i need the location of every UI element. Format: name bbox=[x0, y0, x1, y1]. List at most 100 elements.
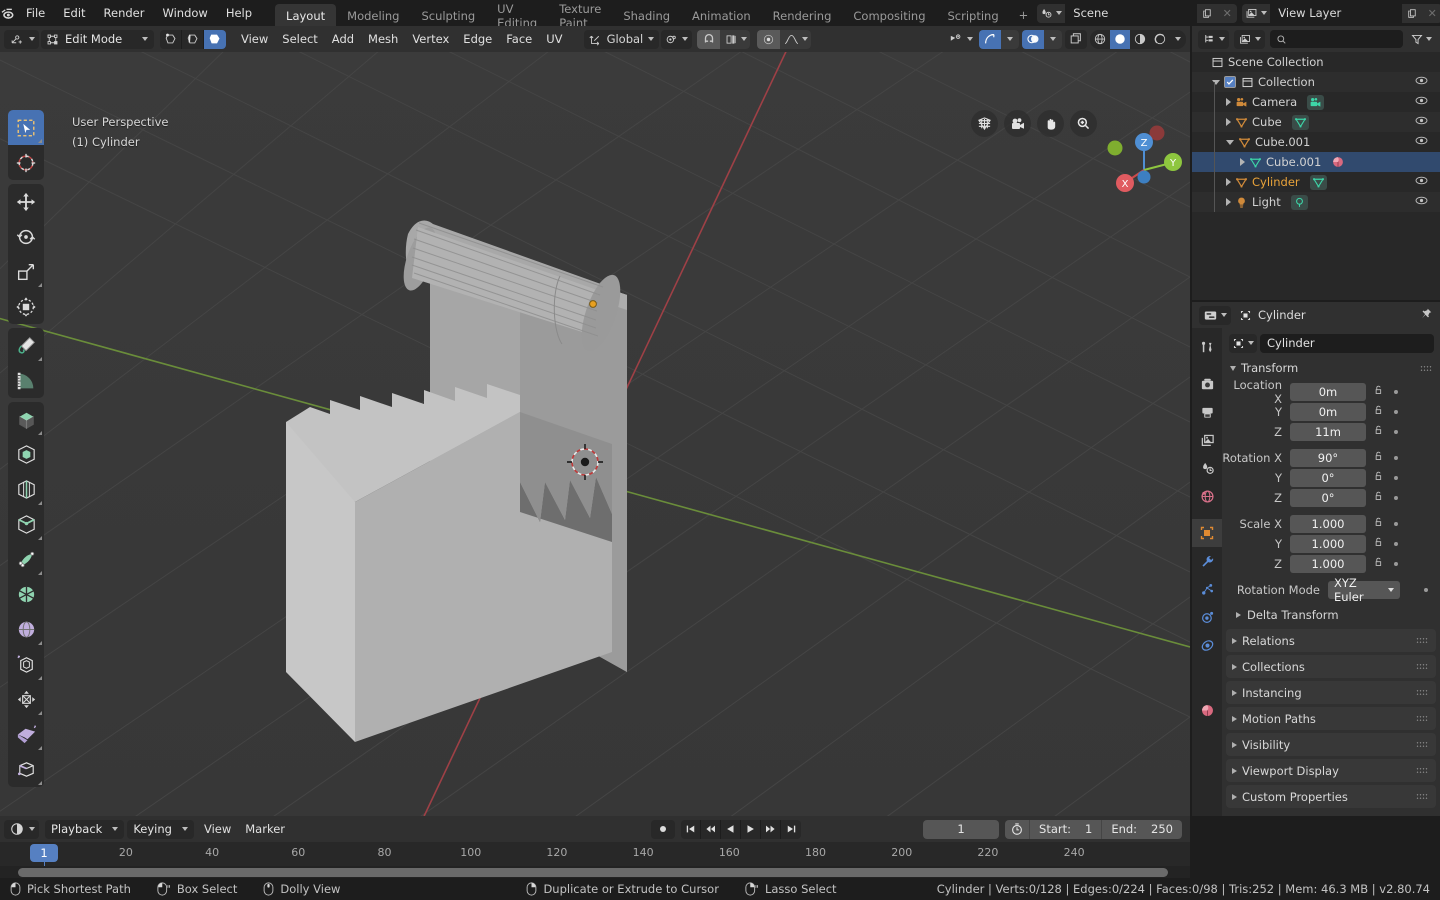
jump-to-end-icon[interactable] bbox=[781, 820, 801, 839]
camera-data-icon[interactable] bbox=[1307, 94, 1325, 110]
funnel-filter-icon[interactable] bbox=[1408, 30, 1434, 49]
panel-expander-icon[interactable] bbox=[1232, 767, 1237, 774]
properties-material-tab[interactable] bbox=[1192, 696, 1222, 724]
lock-icon[interactable] bbox=[1373, 536, 1385, 551]
properties-editor-icon[interactable] bbox=[1199, 305, 1231, 325]
outliner-row-cylinder[interactable]: Cylinder bbox=[1192, 172, 1440, 192]
visibility-eye-icon[interactable] bbox=[1415, 75, 1428, 89]
workspace-tab-compositing[interactable]: Compositing bbox=[842, 4, 936, 26]
next-keyframe-icon[interactable] bbox=[761, 819, 782, 839]
bevel-tool[interactable] bbox=[8, 472, 44, 507]
timeline-ruler[interactable]: 20 40 60 80 100 120 140 160 180 200 220 240 1 bbox=[0, 842, 1190, 866]
tweak-select-box-tool[interactable] bbox=[8, 110, 44, 145]
panel-instancing[interactable]: Instancing bbox=[1226, 681, 1436, 704]
inset-faces-tool[interactable] bbox=[8, 437, 44, 472]
transform-tool[interactable] bbox=[8, 289, 44, 324]
knife-tool[interactable] bbox=[8, 542, 44, 577]
workspace-tab-modeling[interactable]: Modeling bbox=[336, 4, 410, 26]
animate-dot[interactable] bbox=[1394, 455, 1398, 460]
scene-icon[interactable] bbox=[1037, 3, 1066, 23]
jump-to-start-icon[interactable] bbox=[681, 819, 702, 839]
outliner-row-camera[interactable]: Camera bbox=[1192, 92, 1440, 112]
panel-expander-icon[interactable] bbox=[1232, 663, 1237, 670]
visibility-eye-icon[interactable] bbox=[1415, 195, 1428, 209]
blender-logo-icon[interactable] bbox=[0, 0, 17, 26]
lock-icon[interactable] bbox=[1373, 490, 1385, 505]
outliner-tree[interactable]: Scene Collection Collection Camera Cube Cube… bbox=[1192, 52, 1440, 300]
properties-view-layer-tab[interactable] bbox=[1192, 426, 1222, 454]
wireframe-shading-icon[interactable] bbox=[1090, 30, 1110, 49]
falloff-curve-dropdown[interactable] bbox=[780, 29, 812, 49]
animate-dot[interactable] bbox=[1394, 409, 1398, 414]
pivot-point-dropdown[interactable] bbox=[661, 29, 693, 49]
collection-checkbox[interactable] bbox=[1224, 76, 1236, 88]
visibility-eye-icon[interactable] bbox=[1415, 175, 1428, 189]
rip-region-tool[interactable] bbox=[8, 752, 44, 787]
expander-icon[interactable] bbox=[1226, 139, 1234, 145]
lock-icon[interactable] bbox=[1373, 516, 1385, 531]
field-value[interactable]: 1.000 bbox=[1290, 554, 1366, 573]
panel-expander-icon[interactable] bbox=[1232, 741, 1237, 748]
magnet-icon[interactable] bbox=[697, 29, 721, 49]
editor-type-button[interactable] bbox=[4, 29, 39, 49]
workspace-tab-layout[interactable]: Layout bbox=[275, 4, 337, 26]
filter-id-icon[interactable] bbox=[1234, 29, 1265, 49]
proportional-edit-icon[interactable] bbox=[757, 29, 781, 49]
measure-tool[interactable] bbox=[8, 363, 44, 398]
lock-icon[interactable] bbox=[1373, 404, 1385, 419]
expander-icon[interactable] bbox=[1226, 98, 1231, 106]
properties-physics-tab[interactable] bbox=[1192, 603, 1222, 631]
viewport-menu-add[interactable]: Add bbox=[325, 29, 361, 49]
viewport-menu-uv[interactable]: UV bbox=[539, 29, 569, 49]
snap-target-dropdown[interactable] bbox=[720, 29, 751, 49]
workspace-tab-sculpting[interactable]: Sculpting bbox=[410, 4, 486, 26]
animate-dot[interactable] bbox=[1394, 475, 1398, 480]
panel-custom-properties[interactable]: Custom Properties bbox=[1226, 785, 1436, 808]
panel-motion-paths[interactable]: Motion Paths bbox=[1226, 707, 1436, 730]
field-value[interactable]: 0° bbox=[1290, 468, 1366, 487]
top-menu-help[interactable]: Help bbox=[217, 3, 261, 23]
workspace-tab-scripting[interactable]: Scripting bbox=[937, 4, 1010, 26]
object-name-input[interactable]: Cylinder bbox=[1260, 333, 1434, 353]
end-frame-field[interactable]: End: 250 bbox=[1102, 820, 1182, 839]
panel-visibility[interactable]: Visibility bbox=[1226, 733, 1436, 756]
properties-world-tab[interactable] bbox=[1192, 482, 1222, 510]
expander-icon[interactable] bbox=[1240, 158, 1245, 166]
grid-toggle-icon[interactable] bbox=[971, 110, 998, 137]
scale-tool[interactable] bbox=[8, 254, 44, 289]
delete-scene-button[interactable]: ✕ bbox=[1217, 3, 1238, 23]
panel-expander-icon[interactable] bbox=[1232, 689, 1237, 696]
outliner-display-mode-icon[interactable] bbox=[1198, 29, 1229, 49]
panel-collections[interactable]: Collections bbox=[1226, 655, 1436, 678]
view-layer-icon[interactable] bbox=[1242, 3, 1271, 23]
panel-expander-icon[interactable] bbox=[1232, 637, 1237, 644]
outliner-row-cube[interactable]: Cube bbox=[1192, 112, 1440, 132]
properties-particles-tab[interactable] bbox=[1192, 575, 1222, 603]
cursor-tool[interactable] bbox=[8, 145, 44, 180]
animate-dot[interactable] bbox=[1394, 561, 1398, 566]
transform-orientation-dropdown[interactable]: Global bbox=[583, 29, 660, 49]
xray-toggle-icon[interactable] bbox=[1065, 29, 1087, 49]
workspace-tab-uv-editing[interactable]: UV Editing bbox=[486, 2, 548, 30]
lock-icon[interactable] bbox=[1373, 424, 1385, 439]
gizmo-dropdown[interactable] bbox=[1001, 29, 1019, 49]
play-reverse-icon[interactable] bbox=[721, 819, 742, 839]
panel-expander-icon[interactable] bbox=[1232, 793, 1237, 800]
new-view-layer-button[interactable] bbox=[1402, 3, 1423, 23]
visibility-eye-icon[interactable] bbox=[1415, 115, 1428, 129]
viewport-menu-edge[interactable]: Edge bbox=[456, 29, 499, 49]
poly-build-tool[interactable] bbox=[8, 577, 44, 612]
workspace-tab-texture-paint[interactable]: Texture Paint bbox=[548, 2, 612, 30]
mesh-data-icon[interactable] bbox=[1309, 174, 1327, 190]
viewport-menu-face[interactable]: Face bbox=[499, 29, 539, 49]
camera-view-icon[interactable] bbox=[1004, 110, 1031, 137]
face-select-icon[interactable] bbox=[204, 29, 226, 49]
properties-render-tab[interactable] bbox=[1192, 370, 1222, 398]
annotate-tool[interactable] bbox=[8, 328, 44, 363]
timeline-menu-view[interactable]: View bbox=[197, 819, 238, 839]
timeline-menu-playback[interactable]: Playback bbox=[45, 819, 125, 839]
field-value[interactable]: 0m bbox=[1290, 402, 1366, 421]
animate-dot[interactable] bbox=[1394, 389, 1398, 394]
lock-icon[interactable] bbox=[1373, 384, 1385, 399]
outliner-row-light[interactable]: Light bbox=[1192, 192, 1440, 212]
